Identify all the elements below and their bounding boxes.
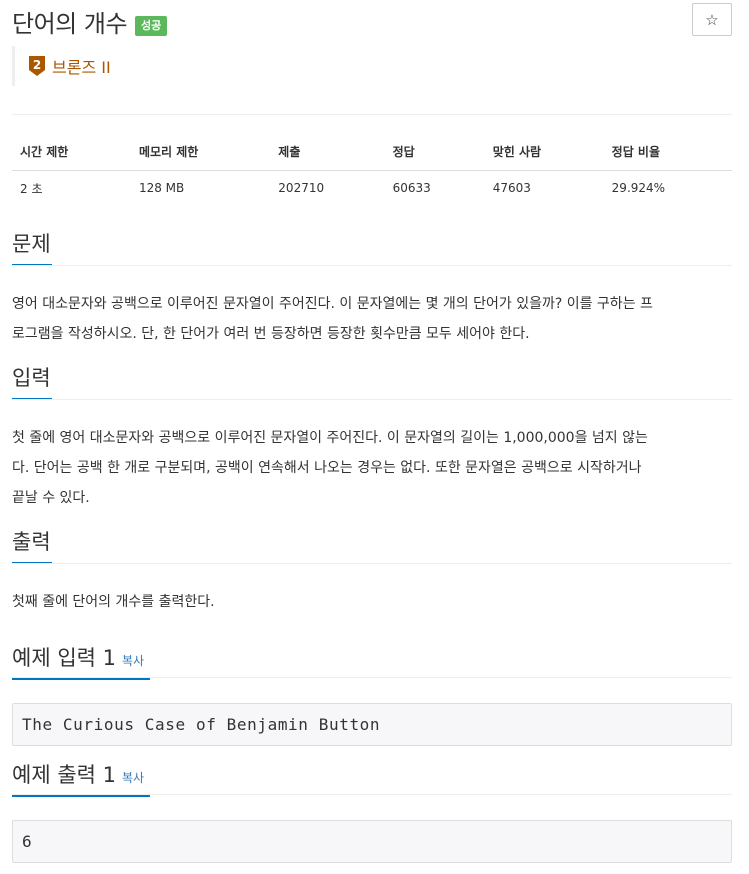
value-accepted: 60633 bbox=[392, 181, 431, 196]
header-memory-limit: 메모리 제한 bbox=[130, 134, 271, 171]
heading-underline bbox=[12, 795, 150, 797]
value-solved-users: 47603 bbox=[492, 181, 531, 196]
problem-description: 영어 대소문자와 공백으로 이루어진 문자열이 주어진다. 이 문자열에는 몇 … bbox=[12, 289, 732, 349]
section-divider bbox=[12, 399, 732, 400]
section-divider bbox=[12, 265, 732, 266]
bronze-tier-icon: 2 bbox=[29, 56, 45, 76]
sample-output-heading: 예제 출력 1 복사 bbox=[12, 759, 150, 797]
problem-info-table: 시간 제한 메모리 제한 제출 정답 맞힌 사람 정답 비율 2 초 128 M… bbox=[12, 134, 732, 206]
value-accept-rate: 29.924% bbox=[611, 181, 666, 196]
value-time-limit: 2 초 bbox=[20, 181, 43, 196]
sample-output-content: 6 bbox=[22, 832, 33, 851]
copy-sample-input-link[interactable]: 복사 bbox=[122, 654, 144, 668]
problem-heading: 문제 bbox=[12, 228, 52, 266]
value-submissions: 202710 bbox=[278, 181, 325, 196]
tier-level: 2 bbox=[33, 58, 41, 72]
sample-input-heading: 예제 입력 1 복사 bbox=[12, 642, 150, 680]
output-description: 첫째 줄에 단어의 개수를 출력한다. bbox=[12, 587, 732, 617]
sample-input-content: The Curious Case of Benjamin Button bbox=[22, 715, 381, 734]
star-icon: ☆ bbox=[705, 10, 719, 29]
header-solved-users: 맞힌 사람 bbox=[484, 134, 604, 171]
heading-underline bbox=[12, 678, 150, 680]
section-divider bbox=[12, 794, 732, 795]
sample-input-box[interactable]: The Curious Case of Benjamin Button bbox=[12, 703, 732, 746]
tier-label[interactable]: 브론즈 II bbox=[52, 54, 111, 78]
header-accepted: 정답 bbox=[384, 134, 485, 171]
header-accept-rate: 정답 비율 bbox=[603, 134, 732, 171]
input-heading-text: 입력 bbox=[12, 366, 51, 390]
output-heading-text: 출력 bbox=[12, 530, 51, 554]
input-line-3: 끝날 수 있다. bbox=[12, 490, 90, 506]
header-time-limit: 시간 제한 bbox=[12, 134, 131, 171]
problem-header: 단어의 개수 성공 bbox=[12, 4, 168, 39]
input-line-2: 다. 단어는 공백 한 개로 구분되며, 공백이 연속해서 나오는 경우는 없다… bbox=[12, 460, 642, 476]
tier-box: 2 브론즈 II bbox=[12, 46, 111, 86]
divider bbox=[12, 114, 732, 115]
header-submissions: 제출 bbox=[270, 134, 385, 171]
input-description: 첫 줄에 영어 대소문자와 공백으로 이루어진 문자열이 주어진다. 이 문자열… bbox=[12, 423, 732, 513]
copy-sample-output-link[interactable]: 복사 bbox=[122, 771, 144, 785]
problem-title: 단어의 개수 bbox=[12, 10, 128, 38]
output-heading: 출력 bbox=[12, 526, 52, 564]
sample-output-box[interactable]: 6 bbox=[12, 820, 732, 863]
problem-line-1: 영어 대소문자와 공백으로 이루어진 문자열이 주어진다. 이 문자열에는 몇 … bbox=[12, 296, 653, 312]
result-badge: 성공 bbox=[135, 15, 168, 36]
input-heading: 입력 bbox=[12, 362, 52, 400]
problem-heading-text: 문제 bbox=[12, 232, 51, 256]
problem-line-2: 로그램을 작성하시오. 단, 한 단어가 여러 번 등장하면 등장한 횟수만큼 … bbox=[12, 326, 530, 342]
table-row: 2 초 128 MB 202710 60633 47603 29.924% bbox=[12, 170, 732, 206]
value-memory-limit: 128 MB bbox=[138, 181, 185, 196]
sample-output-heading-text: 예제 출력 1 bbox=[12, 763, 116, 787]
section-divider bbox=[12, 677, 732, 678]
table-header-row: 시간 제한 메모리 제한 제출 정답 맞힌 사람 정답 비율 bbox=[12, 134, 732, 171]
sample-input-heading-text: 예제 입력 1 bbox=[12, 646, 116, 670]
star-button[interactable]: ☆ bbox=[692, 3, 732, 36]
input-line-1: 첫 줄에 영어 대소문자와 공백으로 이루어진 문자열이 주어진다. 이 문자열… bbox=[12, 430, 648, 446]
section-divider bbox=[12, 563, 732, 564]
output-line-1: 첫째 줄에 단어의 개수를 출력한다. bbox=[12, 594, 215, 610]
